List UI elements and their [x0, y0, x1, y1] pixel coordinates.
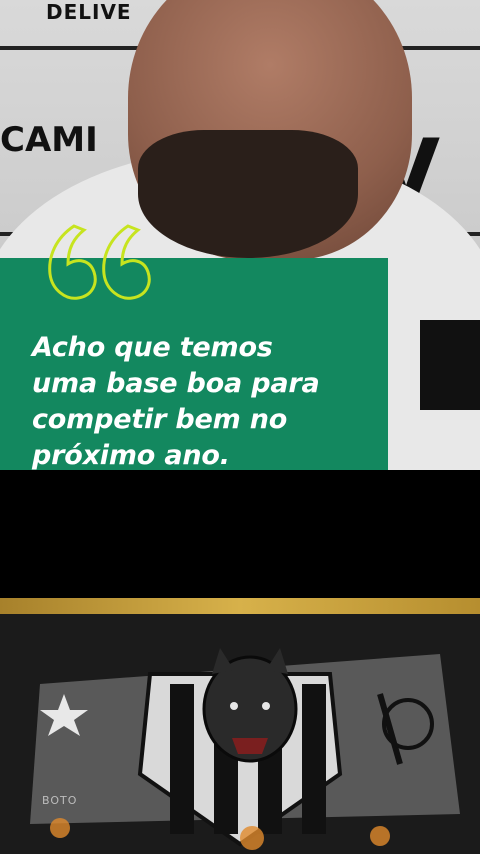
quote-line: Acho que temos — [32, 332, 273, 363]
quote-open-icon — [48, 224, 151, 300]
fan-banner — [0, 614, 480, 854]
backdrop-shadow — [420, 320, 480, 410]
quote-line: competir bem no — [32, 404, 288, 435]
quote-line: próximo ano. — [32, 440, 230, 471]
quote-text: Acho que temos uma base boa para competi… — [32, 330, 372, 474]
banner-side-text: BOTO — [42, 794, 78, 807]
speaker-beard — [138, 130, 358, 258]
crest-icon — [0, 614, 480, 854]
quote-line: uma base boa para — [32, 368, 320, 399]
backdrop-text-mid: CAMI — [0, 120, 98, 160]
backdrop-text-top: DELIVE — [46, 0, 132, 24]
gold-divider — [0, 598, 480, 614]
